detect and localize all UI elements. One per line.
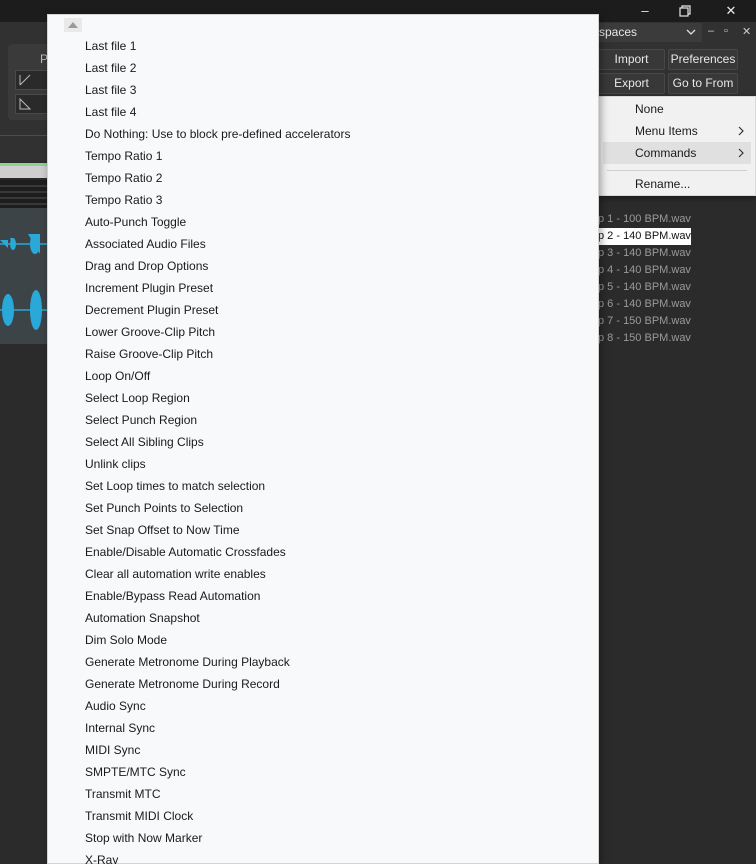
- triangle-tool-icon-2: [19, 98, 31, 110]
- menu-item[interactable]: Tempo Ratio 1: [48, 145, 598, 167]
- export-button[interactable]: Export: [598, 73, 665, 94]
- chevron-down-icon: [686, 23, 696, 48]
- menu-item[interactable]: Unlink clips: [48, 453, 598, 475]
- menu-item[interactable]: Clear all automation write enables: [48, 563, 598, 585]
- mini-minimize-button[interactable]: –: [708, 25, 714, 37]
- waveform-2: [0, 290, 48, 330]
- clip-header-lines: [0, 180, 48, 210]
- file-item[interactable]: p 8 - 150 BPM.wav: [598, 330, 756, 347]
- menu-item[interactable]: Do Nothing: Use to block pre-defined acc…: [48, 123, 598, 145]
- timeline-ruler[interactable]: [0, 166, 48, 178]
- menu-item[interactable]: Enable/Bypass Read Automation: [48, 585, 598, 607]
- menu-item-list: Last file 1 Last file 2 Last file 3 Last fi…: [48, 35, 598, 864]
- file-item[interactable]: p 4 - 140 BPM.wav: [598, 262, 756, 279]
- ruler-divider: [0, 135, 48, 136]
- menu-item[interactable]: SMPTE/MTC Sync: [48, 761, 598, 783]
- menu-item[interactable]: Generate Metronome During Record: [48, 673, 598, 695]
- menu-item[interactable]: Select Loop Region: [48, 387, 598, 409]
- menu-item[interactable]: Automation Snapshot: [48, 607, 598, 629]
- empty-track-area: [0, 344, 48, 864]
- submenu-item-commands[interactable]: Commands: [603, 142, 751, 164]
- import-button[interactable]: Import: [598, 49, 665, 70]
- commands-menu: Last file 1 Last file 2 Last file 3 Last fi…: [47, 14, 599, 864]
- triangle-tool-icon: [19, 74, 31, 86]
- menu-item[interactable]: Internal Sync: [48, 717, 598, 739]
- menu-item[interactable]: Decrement Plugin Preset: [48, 299, 598, 321]
- mini-close-button[interactable]: ✕: [742, 25, 751, 38]
- close-window-button[interactable]: ✕: [720, 2, 742, 20]
- menu-item[interactable]: Last file 1: [48, 35, 598, 57]
- chevron-right-icon: [737, 142, 745, 171]
- menu-item[interactable]: Dim Solo Mode: [48, 629, 598, 651]
- submenu-item-none[interactable]: None: [603, 98, 751, 120]
- menu-item[interactable]: Select All Sibling Clips: [48, 431, 598, 453]
- menu-item[interactable]: Auto-Punch Toggle: [48, 211, 598, 233]
- file-item[interactable]: p 7 - 150 BPM.wav: [598, 313, 756, 330]
- menu-item[interactable]: Set Loop times to match selection: [48, 475, 598, 497]
- tool-button-1[interactable]: [15, 70, 49, 90]
- goto-from-button[interactable]: Go to From: [668, 73, 738, 94]
- maximize-button[interactable]: [674, 2, 696, 20]
- menu-item[interactable]: Increment Plugin Preset: [48, 277, 598, 299]
- menu-item[interactable]: Enable/Disable Automatic Crossfades: [48, 541, 598, 563]
- menu-item[interactable]: Audio Sync: [48, 695, 598, 717]
- menu-item[interactable]: Drag and Drop Options: [48, 255, 598, 277]
- scroll-up-button[interactable]: [64, 18, 82, 32]
- mini-restore-button[interactable]: ▫: [724, 25, 728, 37]
- menu-separator: [607, 170, 747, 171]
- submenu-item-label: None: [635, 102, 664, 116]
- menu-item[interactable]: Lower Groove-Clip Pitch: [48, 321, 598, 343]
- submenu-item-label: Commands: [635, 146, 697, 160]
- submenu-item-rename[interactable]: Rename...: [603, 173, 751, 195]
- preferences-button[interactable]: Preferences: [668, 49, 738, 70]
- menu-item[interactable]: X-Ray: [48, 849, 598, 864]
- menu-item[interactable]: Associated Audio Files: [48, 233, 598, 255]
- file-item[interactable]: p 5 - 140 BPM.wav: [598, 279, 756, 296]
- menu-item[interactable]: Tempo Ratio 2: [48, 167, 598, 189]
- submenu-item-menu-items[interactable]: Menu Items: [603, 120, 751, 142]
- file-item[interactable]: p 6 - 140 BPM.wav: [598, 296, 756, 313]
- menu-item[interactable]: Transmit MTC: [48, 783, 598, 805]
- restore-icon: [679, 5, 691, 17]
- submenu-item-label: Rename...: [635, 177, 691, 191]
- file-item[interactable]: p 1 - 100 BPM.wav: [598, 211, 756, 228]
- scroll-up-arrow-icon: [68, 22, 78, 28]
- menu-item[interactable]: Raise Groove-Clip Pitch: [48, 343, 598, 365]
- media-browser-list: p 1 - 100 BPM.wav p 2 - 140 BPM.wav p 3 …: [598, 211, 756, 347]
- menu-item[interactable]: Last file 2: [48, 57, 598, 79]
- file-item[interactable]: p 3 - 140 BPM.wav: [598, 245, 756, 262]
- context-submenu: None Menu Items Commands Rename...: [598, 96, 756, 196]
- menu-item[interactable]: Generate Metronome During Playback: [48, 651, 598, 673]
- menu-item[interactable]: Last file 4: [48, 101, 598, 123]
- submenu-item-label: Menu Items: [635, 124, 698, 138]
- minimize-button[interactable]: –: [634, 2, 656, 20]
- workspace-label: spaces: [599, 25, 638, 39]
- menu-item[interactable]: Stop with Now Marker: [48, 827, 598, 849]
- menu-item[interactable]: Loop On/Off: [48, 365, 598, 387]
- file-item-selected[interactable]: p 2 - 140 BPM.wav: [598, 228, 691, 245]
- menu-item[interactable]: Transmit MIDI Clock: [48, 805, 598, 827]
- menu-item[interactable]: Select Punch Region: [48, 409, 598, 431]
- menu-item[interactable]: Tempo Ratio 3: [48, 189, 598, 211]
- waveform-1: [0, 234, 48, 254]
- menu-item[interactable]: MIDI Sync: [48, 739, 598, 761]
- menu-item[interactable]: Last file 3: [48, 79, 598, 101]
- menu-item[interactable]: Set Snap Offset to Now Time: [48, 519, 598, 541]
- tool-button-2[interactable]: [15, 94, 49, 114]
- workspace-dropdown[interactable]: spaces: [598, 23, 702, 42]
- menu-item[interactable]: Set Punch Points to Selection: [48, 497, 598, 519]
